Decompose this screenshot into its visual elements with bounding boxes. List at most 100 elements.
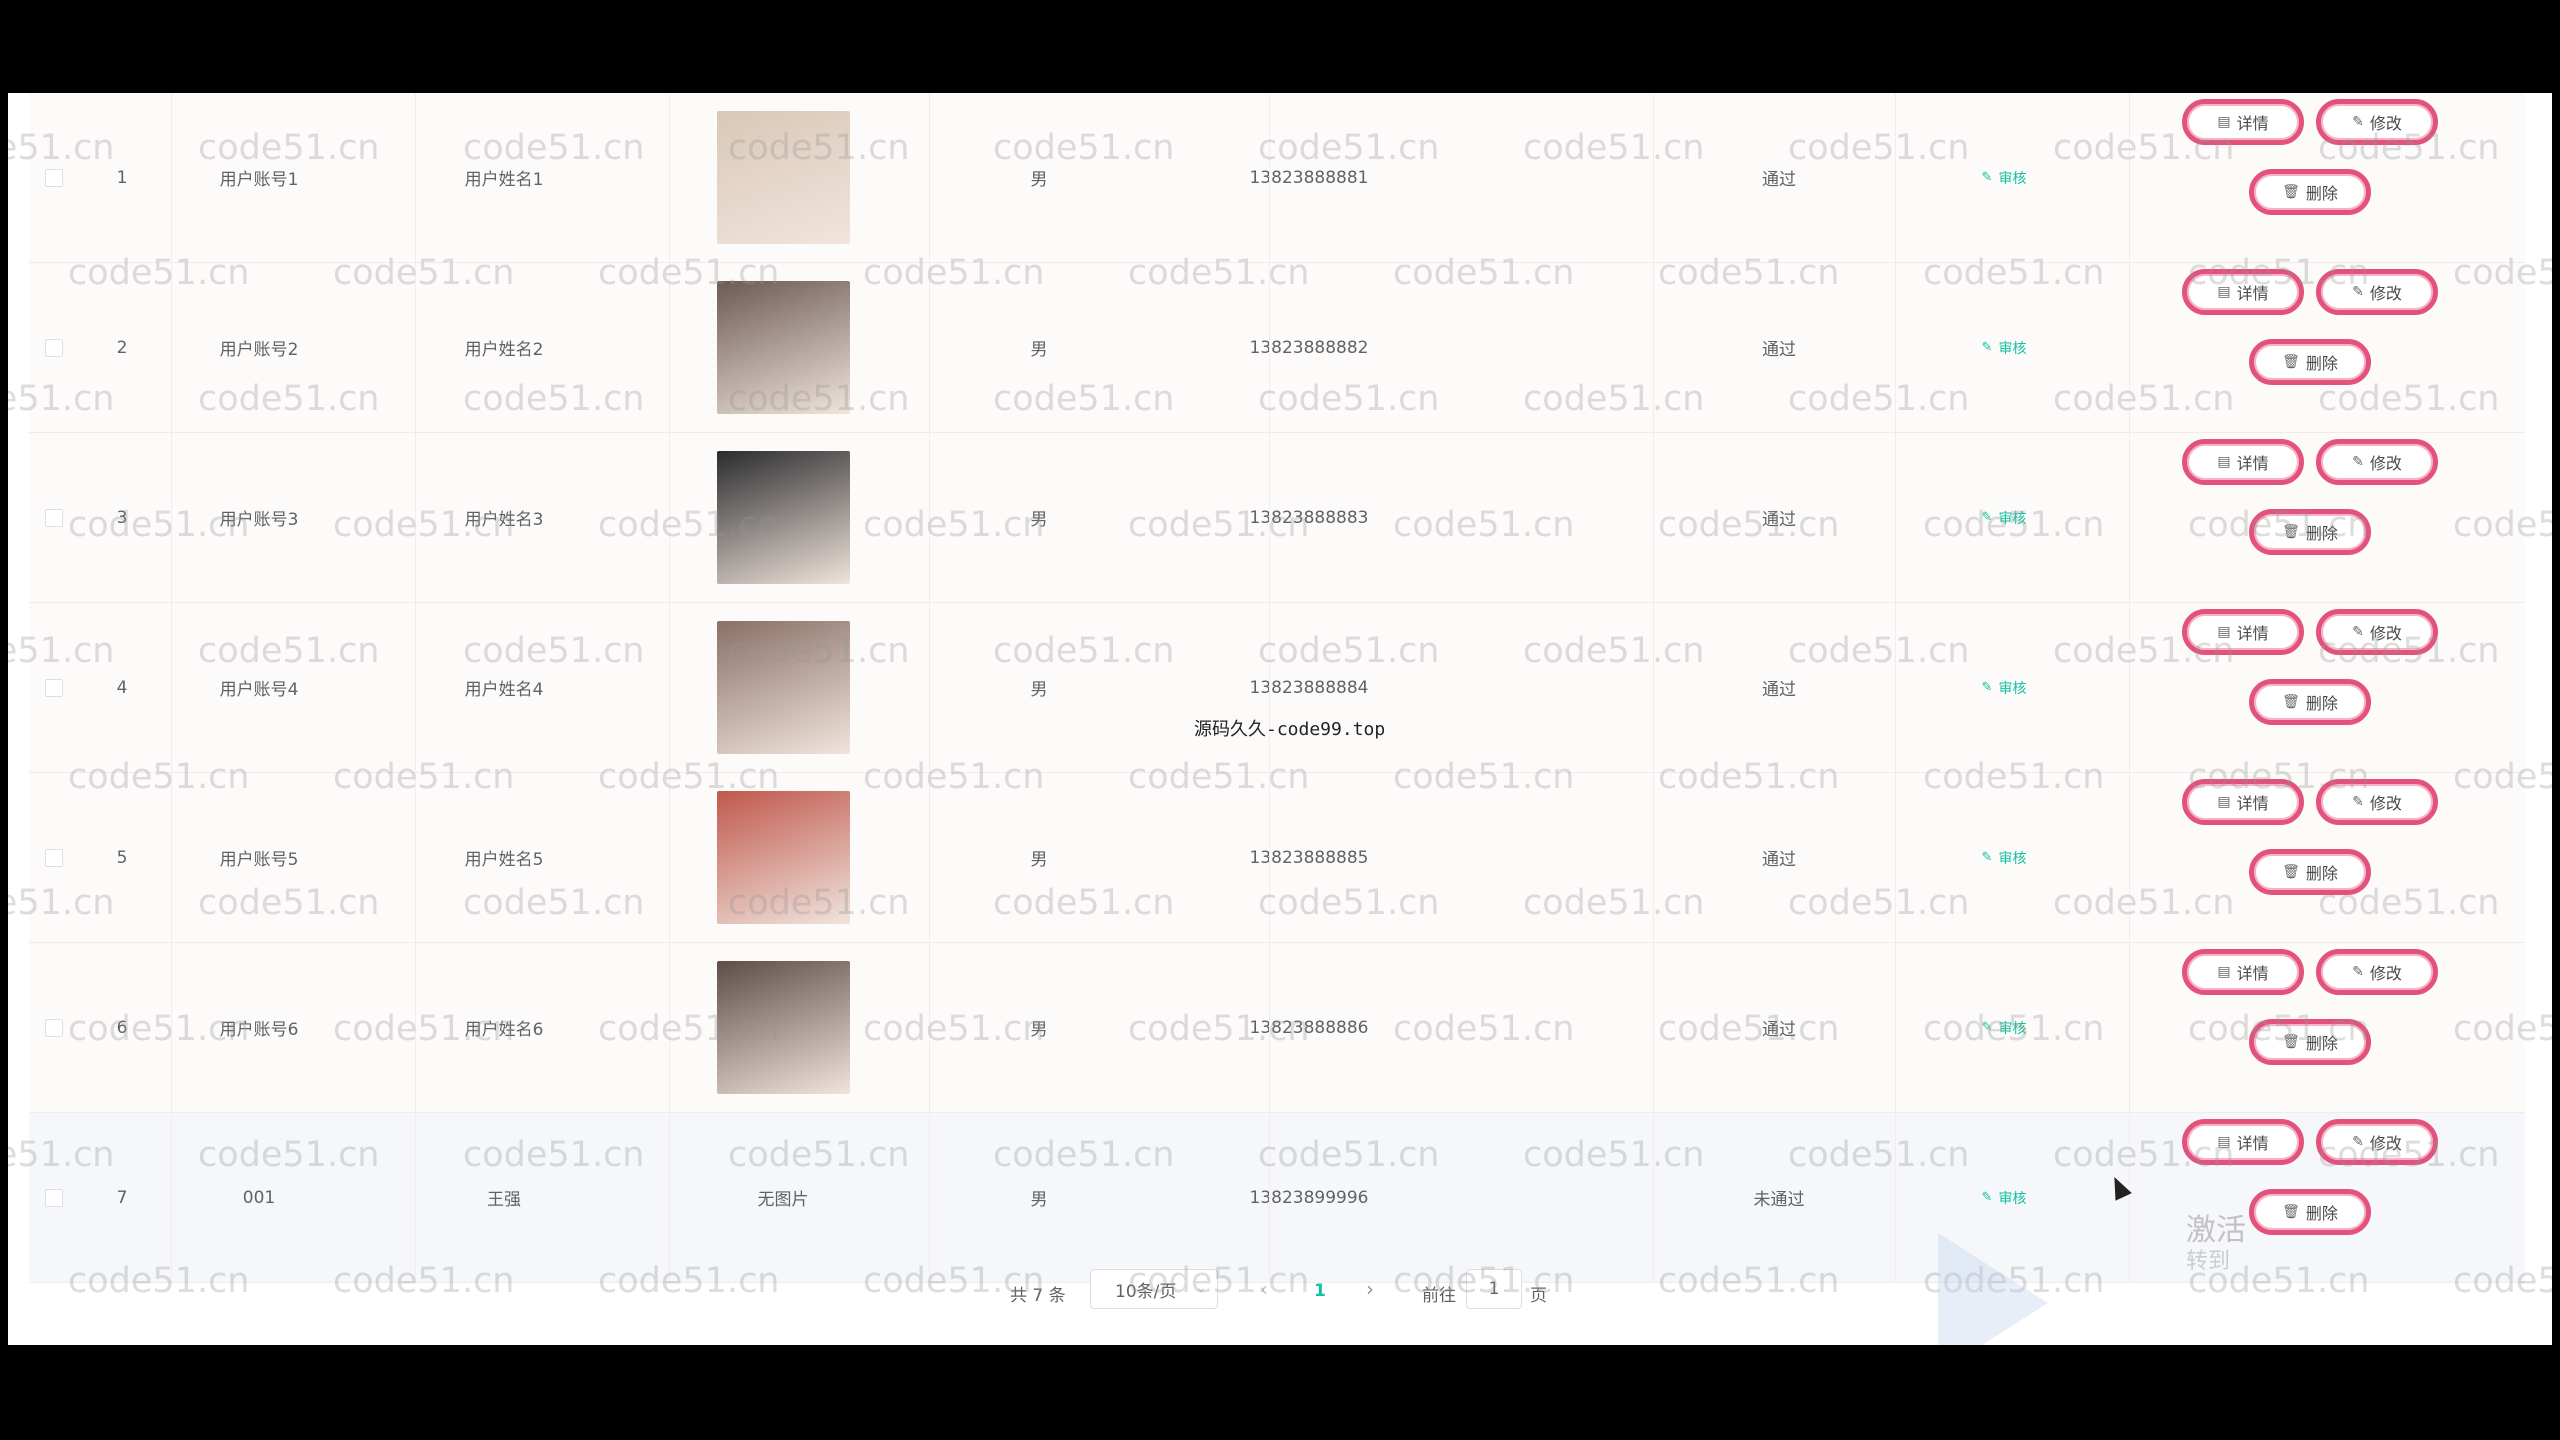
delete-button[interactable]: 🗑 删除 — [2249, 339, 2371, 385]
audit-label: 审核 — [1998, 510, 2027, 527]
audit-link[interactable]: ✎ 审核 — [1954, 773, 2054, 942]
goto-page-value: 1 — [1488, 1279, 1500, 1299]
user-photo[interactable] — [716, 111, 850, 244]
page-number-current[interactable]: 1 — [1314, 1281, 1326, 1301]
photo-cell — [715, 93, 851, 262]
row-index: 4 — [116, 677, 128, 698]
edit-button[interactable]: ✎ 修改 — [2316, 99, 2438, 145]
row-index: 6 — [116, 1017, 128, 1038]
delete-button[interactable]: 🗑 删除 — [2249, 679, 2371, 725]
column-divider — [1895, 93, 1896, 262]
user-sex: 男 — [1030, 340, 1048, 360]
document-icon: ▤ — [2217, 114, 2231, 130]
detail-button[interactable]: ▤ 详情 — [2182, 1119, 2304, 1165]
row-checkbox[interactable] — [45, 433, 63, 602]
audit-link[interactable]: ✎ 审核 — [1954, 263, 2054, 432]
edit-button[interactable]: ✎ 修改 — [2316, 609, 2438, 655]
app-window: 1 用户账号1 用户姓名1 男 13823888881 通过 ✎ 审核 ▤ 详情 ✎… — [8, 93, 2552, 1345]
goto-page-input[interactable]: 1 — [1466, 1269, 1522, 1309]
delete-label: 删除 — [2305, 694, 2338, 713]
status-text: 通过 — [1762, 850, 1796, 870]
column-divider — [171, 93, 172, 262]
column-divider — [1269, 943, 1270, 1112]
column-divider — [415, 943, 416, 1112]
delete-button[interactable]: 🗑 删除 — [2249, 1189, 2371, 1235]
edit-button[interactable]: ✎ 修改 — [2316, 439, 2438, 485]
edit-icon: ✎ — [1981, 510, 1993, 525]
audit-link[interactable]: ✎ 审核 — [1954, 603, 2054, 772]
column-divider — [929, 1113, 930, 1282]
detail-button[interactable]: ▤ 详情 — [2182, 609, 2304, 655]
row-index: 7 — [116, 1187, 128, 1208]
user-name: 用户姓名6 — [464, 1020, 544, 1040]
detail-button[interactable]: ▤ 详情 — [2182, 439, 2304, 485]
trash-icon: 🗑 — [2282, 354, 2300, 370]
audit-link[interactable]: ✎ 审核 — [1954, 943, 2054, 1112]
edit-button[interactable]: ✎ 修改 — [2316, 779, 2438, 825]
detail-button[interactable]: ▤ 详情 — [2182, 779, 2304, 825]
column-divider — [1653, 603, 1654, 772]
photo-cell — [715, 603, 851, 772]
photo-cell — [715, 263, 851, 432]
row-checkbox[interactable] — [45, 263, 63, 432]
prev-page-button[interactable]: ‹ — [1260, 1277, 1268, 1301]
column-divider — [171, 943, 172, 1112]
chevron-down-icon: ⌄ — [1195, 1280, 1207, 1296]
column-divider — [171, 433, 172, 602]
user-phone: 13823888882 — [1249, 337, 1369, 358]
row-index: 1 — [116, 167, 128, 188]
edit-button[interactable]: ✎ 修改 — [2316, 269, 2438, 315]
audit-link[interactable]: ✎ 审核 — [1954, 93, 2054, 262]
table-row: 4 用户账号4 用户姓名4 男 13823888884 通过 ✎ 审核 ▤ 详情 ✎… — [29, 603, 2525, 773]
next-page-button[interactable]: › — [1366, 1277, 1374, 1301]
row-actions: ▤ 详情 ✎ 修改 🗑 删除 — [2179, 773, 2449, 942]
delete-button[interactable]: 🗑 删除 — [2249, 169, 2371, 215]
column-divider — [2129, 1113, 2130, 1282]
column-divider — [2129, 433, 2130, 602]
audit-label: 审核 — [1998, 1020, 2027, 1037]
column-divider — [415, 773, 416, 942]
row-checkbox[interactable] — [45, 1113, 63, 1282]
delete-button[interactable]: 🗑 删除 — [2249, 509, 2371, 555]
row-index: 5 — [116, 847, 128, 868]
user-account: 用户账号1 — [219, 170, 299, 190]
user-photo[interactable] — [716, 621, 850, 754]
row-checkbox[interactable] — [45, 773, 63, 942]
user-photo[interactable] — [716, 281, 850, 414]
column-divider — [415, 603, 416, 772]
audit-link[interactable]: ✎ 审核 — [1954, 433, 2054, 602]
column-divider — [1653, 773, 1654, 942]
user-table: 1 用户账号1 用户姓名1 男 13823888881 通过 ✎ 审核 ▤ 详情 ✎… — [29, 93, 2525, 1283]
column-divider — [1653, 1113, 1654, 1282]
row-checkbox[interactable] — [45, 603, 63, 772]
user-photo[interactable] — [716, 451, 850, 584]
detail-button[interactable]: ▤ 详情 — [2182, 949, 2304, 995]
edit-button[interactable]: ✎ 修改 — [2316, 949, 2438, 995]
column-divider — [1895, 433, 1896, 602]
user-photo[interactable] — [716, 791, 850, 924]
audit-label: 审核 — [1998, 680, 2027, 697]
user-sex: 男 — [1030, 1190, 1048, 1210]
user-photo[interactable] — [716, 961, 850, 1094]
column-divider — [1895, 773, 1896, 942]
detail-button[interactable]: ▤ 详情 — [2182, 269, 2304, 315]
audit-label: 审核 — [1998, 170, 2027, 187]
column-divider — [1269, 773, 1270, 942]
detail-button[interactable]: ▤ 详情 — [2182, 99, 2304, 145]
edit-button[interactable]: ✎ 修改 — [2316, 1119, 2438, 1165]
delete-label: 删除 — [2305, 864, 2338, 883]
delete-button[interactable]: 🗑 删除 — [2249, 1019, 2371, 1065]
detail-label: 详情 — [2236, 1134, 2269, 1153]
table-row: 3 用户账号3 用户姓名3 男 13823888883 通过 ✎ 审核 ▤ 详情 ✎… — [29, 433, 2525, 603]
column-divider — [171, 603, 172, 772]
document-icon: ▤ — [2217, 1134, 2231, 1150]
page-size-select[interactable]: 10条/页 ⌄ — [1090, 1269, 1218, 1309]
delete-button[interactable]: 🗑 删除 — [2249, 849, 2371, 895]
user-account: 用户账号4 — [219, 680, 299, 700]
audit-link[interactable]: ✎ 审核 — [1954, 1113, 2054, 1282]
document-icon: ▤ — [2217, 794, 2231, 810]
user-sex: 男 — [1030, 850, 1048, 870]
row-checkbox[interactable] — [45, 943, 63, 1112]
column-divider — [2129, 263, 2130, 432]
row-checkbox[interactable] — [45, 93, 63, 262]
